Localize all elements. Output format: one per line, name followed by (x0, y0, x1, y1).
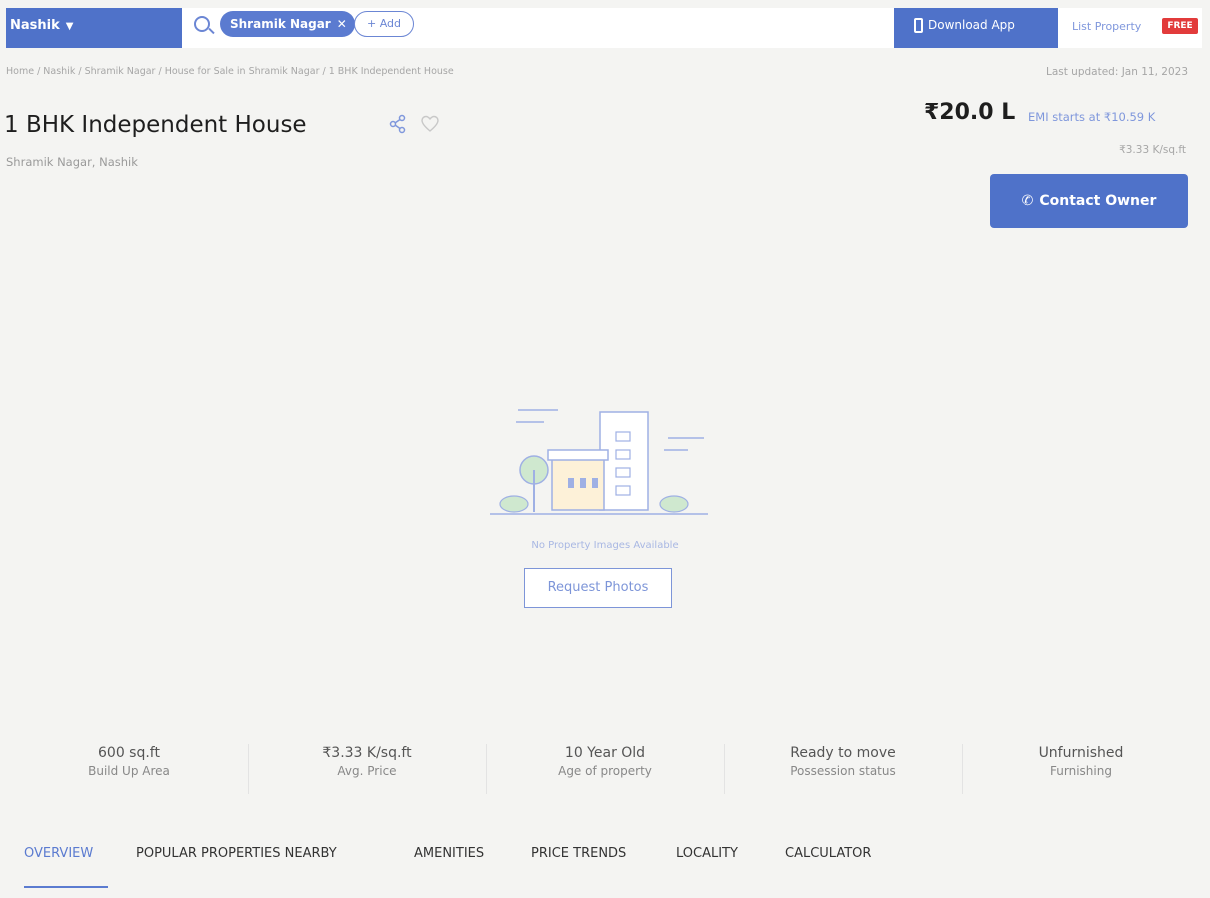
locality-chip[interactable]: Shramik Nagar ✕ (220, 11, 355, 37)
last-updated: Last updated: Jan 11, 2023 (1045, 66, 1188, 78)
download-app-label: Download App (928, 18, 1015, 32)
tab-popular-properties[interactable]: POPULAR PROPERTIES NEARBY (136, 846, 337, 861)
property-price: ₹20.0 L (924, 100, 1016, 125)
stat-possession: Ready to move Possession status (724, 730, 962, 804)
property-stats: 600 sq.ft Build Up Area ₹3.33 K/sq.ft Av… (10, 730, 1200, 804)
price-per-sqft: ₹3.33 K/sq.ft (1119, 144, 1186, 156)
phone-icon (914, 18, 923, 33)
top-bar: Nashik ▼ Shramik Nagar ✕ + Add Download Ap… (6, 8, 1202, 48)
contact-owner-label: Contact Owner (1039, 193, 1157, 209)
share-icon[interactable] (388, 114, 408, 134)
stat-age: 10 Year Old Age of property (486, 730, 724, 804)
search-icon (194, 16, 210, 32)
stat-value: 10 Year Old (564, 745, 646, 761)
stat-furnishing: Unfurnished Furnishing (962, 730, 1200, 804)
stat-value: 600 sq.ft (98, 745, 160, 761)
city-label: Nashik (10, 18, 60, 33)
chip-label: Shramik Nagar (230, 17, 331, 31)
list-property-button[interactable]: List Property FREE (1058, 8, 1202, 48)
list-property-label: List Property (1072, 20, 1142, 33)
page-title: 1 BHK Independent House (4, 112, 307, 138)
stat-value: Unfurnished (1038, 745, 1124, 761)
chevron-down-icon: ▼ (65, 21, 74, 32)
stat-label: Possession status (790, 764, 896, 778)
request-photos-button[interactable]: Request Photos (524, 568, 672, 608)
call-icon: ✆ (1021, 193, 1034, 209)
contact-owner-button[interactable]: ✆ Contact Owner (990, 174, 1188, 228)
tab-amenities[interactable]: AMENITIES (414, 846, 484, 861)
heart-icon[interactable] (420, 114, 440, 134)
close-icon[interactable]: ✕ (337, 17, 347, 31)
stat-avg-price: ₹3.33 K/sq.ft Avg. Price (248, 730, 486, 804)
no-images-text: No Property Images Available (531, 540, 679, 551)
tab-calculator[interactable]: CALCULATOR (785, 846, 871, 861)
stat-value: ₹3.33 K/sq.ft (322, 745, 412, 761)
emi-link[interactable]: EMI starts at ₹10.59 K (1028, 110, 1155, 124)
stat-label: Furnishing (1050, 764, 1112, 778)
breadcrumb[interactable]: Home / Nashik / Shramik Nagar / House fo… (6, 66, 454, 77)
city-selector[interactable]: Nashik ▼ (6, 8, 182, 48)
stat-value: Ready to move (790, 745, 896, 761)
download-app-button[interactable]: Download App (894, 8, 1058, 48)
stat-label: Age of property (558, 764, 652, 778)
tab-overview[interactable]: OVERVIEW (24, 846, 93, 861)
property-locality: Shramik Nagar, Nashik (6, 155, 138, 169)
stat-label: Avg. Price (337, 764, 397, 778)
building-illustration (490, 409, 708, 515)
free-badge: FREE (1162, 18, 1198, 34)
stat-label: Build Up Area (88, 764, 170, 778)
active-tab-indicator (24, 886, 108, 888)
tab-locality[interactable]: LOCALITY (676, 846, 738, 861)
stat-build-up-area: 600 sq.ft Build Up Area (10, 730, 248, 804)
tab-price-trends[interactable]: PRICE TRENDS (531, 846, 626, 861)
add-locality-button[interactable]: + Add (354, 11, 415, 37)
search-bar[interactable]: Shramik Nagar ✕ + Add (182, 8, 894, 48)
